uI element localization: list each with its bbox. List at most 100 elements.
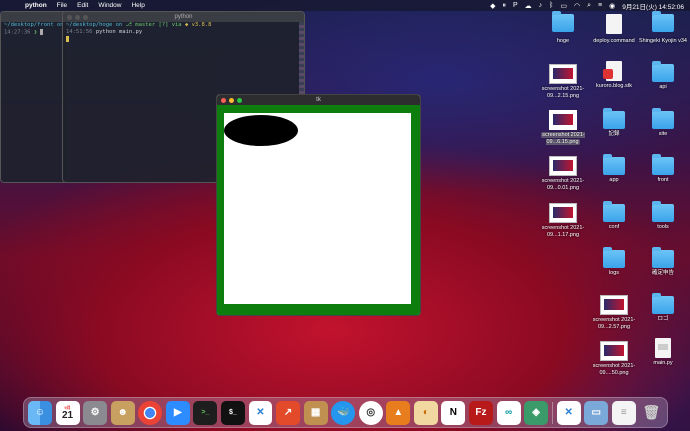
terminal-front-cursor-line	[63, 36, 304, 44]
terminal-front-version: v3.8.8	[191, 22, 212, 28]
arduino-icon[interactable]: ∞	[496, 400, 521, 425]
search-icon[interactable]: ⌕	[587, 2, 591, 10]
iterm-icon[interactable]: $_	[220, 400, 245, 425]
desktop-icon-screenshot-3[interactable]: screenshot 2021-09...0.01.png	[537, 156, 589, 191]
terminal-front-titlebar[interactable]: python	[63, 12, 304, 22]
folder-icon	[652, 61, 674, 82]
contacts-icon[interactable]: ☻	[110, 400, 135, 425]
terminal-window-back[interactable]: ~/desktop/front on 14:27:36 ❯	[0, 11, 68, 183]
python-icon: ◆	[184, 22, 189, 28]
wifi-icon[interactable]: ◠	[574, 2, 580, 10]
folder-icon	[603, 247, 625, 268]
desktop-icon-screenshot-2[interactable]: screenshot 2021-09...6.15.png	[537, 110, 589, 145]
dropbox-icon[interactable]: ◆	[490, 2, 495, 10]
terminal-back-time: 14:27:36	[4, 29, 31, 36]
p-icon[interactable]: P	[513, 2, 518, 9]
desktop-icon-front[interactable]: front	[637, 154, 689, 184]
terminal-front-branch: master [?] via	[135, 22, 182, 28]
chrome-icon[interactable]	[138, 400, 163, 425]
app3-icon[interactable]: ◈	[524, 400, 549, 425]
desktop-icon-main-py[interactable]: main.py	[637, 338, 689, 367]
python-file-icon	[655, 338, 671, 358]
desktop-icon-deploy[interactable]: deploy.command	[588, 20, 640, 45]
desktop-icon-conf[interactable]: conf	[588, 201, 640, 231]
terminal-front-path: ~/desktop/hoge on	[66, 22, 123, 28]
terminal-front-title: python	[174, 14, 193, 20]
desktop-icon-shingeki[interactable]: Shingeki Kyojin v34	[637, 20, 689, 45]
terminal-back-prompt: ~/desktop/front on	[1, 22, 67, 29]
desktop-icon-tools[interactable]: tools	[637, 201, 689, 231]
system-preferences-icon[interactable]: ⚙	[83, 400, 108, 425]
calendar-icon[interactable]: 9月 21	[55, 400, 80, 425]
terminal-front-time: 14:51:56	[66, 29, 93, 35]
image-icon	[549, 110, 577, 130]
git-branch-icon: ⎇	[125, 22, 132, 28]
desktop-icon-screenshot-6[interactable]: screenshot 2021-09....50.png	[588, 341, 640, 376]
image-icon	[600, 341, 628, 361]
desktop-icon-kuroro[interactable]: kuroro.blog.stk	[588, 61, 640, 90]
desktop-icon-screenshot-5[interactable]: screenshot 2021-09...2.57.png	[588, 295, 640, 330]
menu-edit[interactable]: Edit	[77, 2, 88, 9]
pause-icon[interactable]: ⏸	[502, 2, 506, 10]
desktop-icon-kiroku[interactable]: 記録	[588, 108, 640, 138]
sound-icon[interactable]: ♪	[539, 2, 543, 9]
vscode-icon[interactable]: ✕	[248, 400, 273, 425]
proxyman-icon[interactable]: ◎	[358, 400, 383, 425]
cloud-icon[interactable]: ☁	[525, 2, 532, 10]
zoom-icon[interactable]: ▶	[165, 400, 190, 425]
menu-help[interactable]: Help	[131, 2, 144, 9]
menu-file[interactable]: File	[57, 2, 67, 9]
trash-icon[interactable]: 🗑	[639, 401, 663, 425]
desktop-icon-screenshot-1[interactable]: screenshot 2021-09...2.15.png	[537, 64, 589, 99]
image-icon	[549, 203, 577, 223]
close-icon[interactable]	[67, 15, 72, 20]
window-controls	[67, 15, 88, 20]
finder-icon[interactable]: ☺	[28, 400, 52, 425]
filezilla-icon[interactable]: Fz	[469, 400, 493, 425]
desktop-icon-hoge[interactable]: hoge	[537, 20, 589, 45]
app-icon[interactable]: ▦	[303, 400, 328, 425]
siri-icon[interactable]: ◉	[609, 2, 615, 10]
image-icon	[549, 64, 577, 84]
menu-app-name[interactable]: python	[25, 2, 47, 9]
preview-icon[interactable]: ▭	[584, 400, 609, 425]
folder-icon	[603, 201, 625, 222]
app2-icon[interactable]: ◐	[413, 400, 438, 425]
desktop-icon-screenshot-4[interactable]: screenshot 2021-09...1.17.png	[537, 203, 589, 238]
zoom-icon[interactable]	[83, 15, 88, 20]
dock: ☺ 9月 21 ⚙ ☻ ▶ >_ $_ ✕ ↗ ▦ 🐳 ◎ ▲ ◐ N Fz ∞…	[23, 397, 668, 428]
terminal-icon[interactable]: >_	[193, 400, 218, 425]
control-center-icon[interactable]: ≡	[598, 2, 602, 9]
terminal-back-titlebar[interactable]	[1, 12, 67, 22]
desktop-icon-api[interactable]: api	[637, 61, 689, 91]
notion-icon[interactable]: N	[441, 400, 466, 425]
tk-titlebar[interactable]: tk	[217, 95, 420, 105]
calendar-day: 21	[61, 409, 74, 421]
desktop-icon-logo[interactable]: ロゴ	[637, 293, 689, 323]
sourcetree-icon[interactable]: ▲	[386, 400, 411, 425]
desktop-icon-logs[interactable]: logs	[588, 247, 640, 277]
desktop-icon-kakutei[interactable]: 確定申告	[637, 247, 689, 277]
git-icon[interactable]: ↗	[276, 400, 301, 425]
close-icon[interactable]	[221, 98, 226, 103]
tk-window[interactable]: tk	[216, 94, 421, 316]
tk-canvas[interactable]	[224, 113, 411, 304]
docker-icon[interactable]: 🐳	[331, 400, 356, 425]
desktop-icon-app[interactable]: app	[588, 154, 640, 184]
terminal-back-cursor	[40, 29, 44, 35]
clock[interactable]: 9月21日(火) 14:52:06	[622, 1, 684, 11]
folder-icon	[652, 293, 674, 314]
battery-icon[interactable]: ▭	[560, 2, 567, 10]
minimize-icon[interactable]	[75, 15, 80, 20]
desktop-icon-site[interactable]: site	[637, 108, 689, 138]
terminal-front-command: python main.py	[95, 29, 143, 35]
zoom-icon[interactable]	[237, 98, 242, 103]
minimize-icon[interactable]	[229, 98, 234, 103]
dock-separator	[551, 401, 553, 424]
menu-window[interactable]: Window	[98, 2, 121, 9]
tk-title: tk	[316, 97, 321, 103]
document-icon[interactable]: ≡	[611, 400, 636, 425]
bluetooth-icon[interactable]: ᛒ	[549, 2, 553, 9]
vscode2-icon[interactable]: ✕	[556, 400, 581, 425]
terminal-back-path: ~/desktop/front on	[4, 22, 64, 28]
